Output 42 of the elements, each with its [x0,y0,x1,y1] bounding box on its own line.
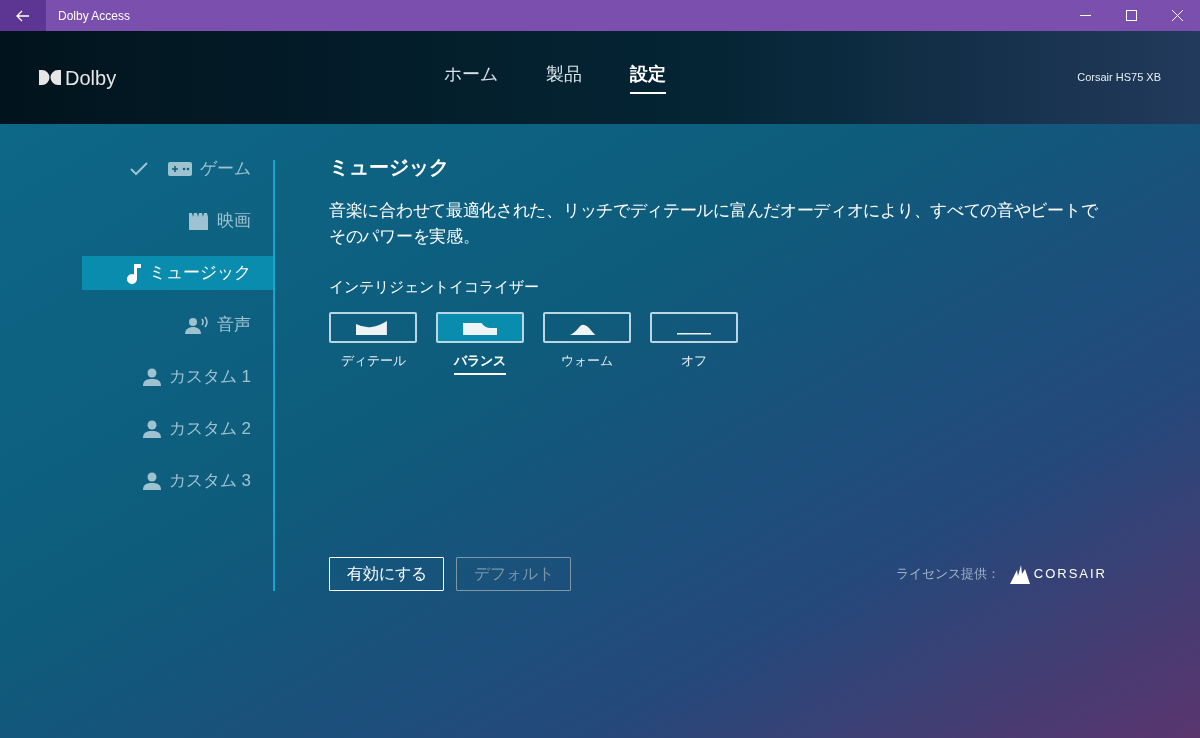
gamepad-icon [168,162,192,176]
sidebar-item[interactable]: 映画 [82,204,273,238]
eq-curve-icon [356,320,390,335]
nav-tab[interactable]: ホーム [444,61,498,94]
sidebar-item[interactable]: カスタム 3 [82,464,273,498]
clapperboard-icon [189,212,209,230]
preset-label: オフ [681,352,707,371]
back-arrow-icon [16,9,30,22]
sidebar-item[interactable]: カスタム 1 [82,360,273,394]
music-note-icon [127,262,141,284]
maximize-icon [1125,10,1137,21]
logo-text: Dolby [65,65,117,91]
sails-logo-icon [1007,564,1030,584]
person-icon [142,472,161,490]
sidebar-item[interactable]: カスタム 2 [82,412,273,446]
equalizer-preset-button[interactable] [543,312,631,344]
license-label: ライセンス提供： [895,565,1000,584]
section-title: ミュージック [329,155,450,180]
equalizer-preset-button[interactable] [436,312,524,344]
nav-tab[interactable]: 製品 [546,61,582,94]
section-description: 音楽に合わせて最適化された、リッチでディテールに富んだオーディオにより、すべての音やビートでそのパワーを実感。 [329,200,1099,249]
back-button[interactable] [0,0,46,31]
eq-curve-icon [463,322,497,335]
person-icon [142,368,161,386]
preset-label: ウォーム [561,352,613,371]
close-icon [1171,10,1183,21]
dolby-logo-icon [39,70,61,85]
equalizer-preset-button[interactable] [650,312,738,344]
preset-label: バランス [454,351,506,375]
sidebar-item[interactable]: ゲーム [82,152,273,186]
nav-tab[interactable]: 設定 [630,61,666,94]
sidebar-item[interactable]: 音声 [82,308,273,342]
person-icon [142,420,161,438]
sidebar-item[interactable]: ミュージック [82,256,273,290]
brand-text: CORSAIR [1033,565,1107,584]
enable-button[interactable]: 有効にする [329,557,444,591]
preset-label: ディテール [340,352,406,371]
equalizer-preset-button[interactable] [329,312,417,344]
equalizer-label: インテリジェントイコライザー [329,276,540,297]
speaking-person-icon [185,316,209,334]
window-title: Dolby Access [57,7,131,25]
device-name: Corsair HS75 XB [1077,70,1161,86]
